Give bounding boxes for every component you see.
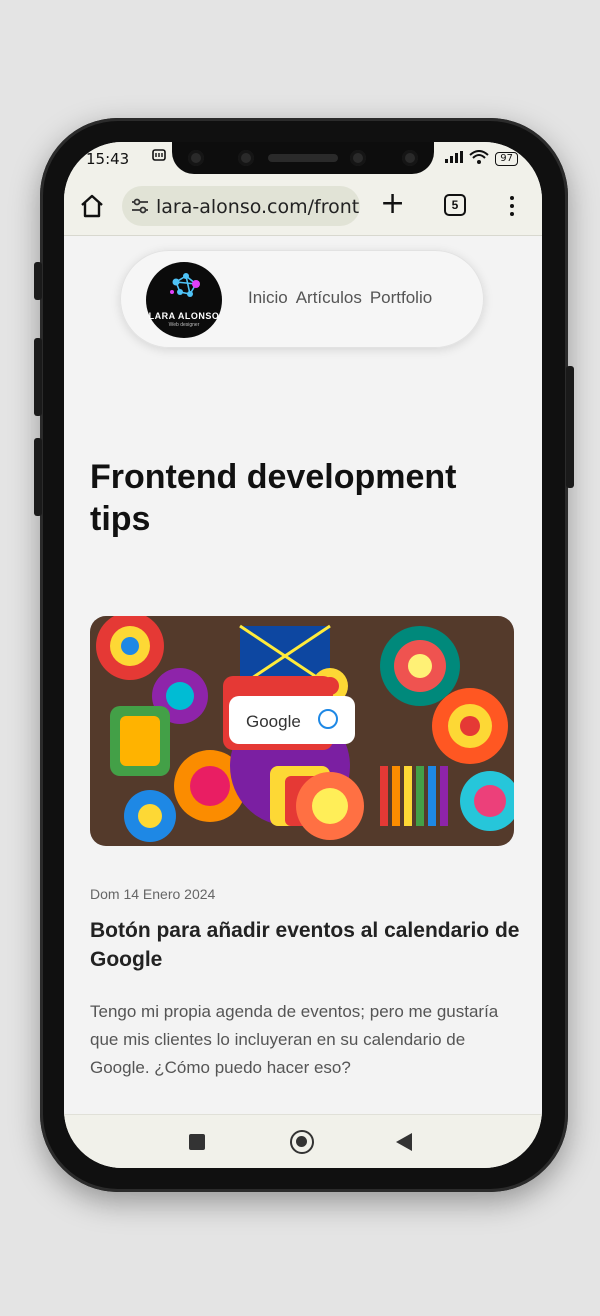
recents-icon[interactable] [189, 1134, 205, 1150]
nav-link-inicio[interactable]: Inicio [248, 288, 288, 308]
status-time: 15:43 [86, 150, 130, 168]
system-icons: 97 [445, 150, 518, 168]
camera-notch [172, 142, 434, 174]
notification-icon [152, 148, 166, 166]
android-nav-bar [64, 1114, 542, 1168]
logo-subtitle: Web designer [168, 322, 200, 328]
new-tab-icon[interactable]: + [380, 188, 405, 220]
nav-link-portfolio[interactable]: Portfolio [370, 288, 432, 308]
earpiece-speaker [268, 154, 338, 162]
home-button-icon[interactable] [290, 1130, 314, 1154]
side-button-left-3 [34, 438, 42, 516]
signal-icon [445, 151, 464, 167]
battery-icon: 97 [495, 152, 518, 166]
browser-toolbar: lara-alonso.com/fronte + 5 [64, 178, 542, 236]
back-icon[interactable] [396, 1133, 412, 1151]
site-settings-icon[interactable] [130, 196, 150, 216]
page-content: LARA ALONSO Web designer Inicio Artículo… [64, 236, 542, 1114]
image-google-text: Google [246, 712, 301, 731]
logo-network-icon [170, 273, 200, 297]
side-button-left-2 [34, 338, 42, 416]
nav-link-articulos[interactable]: Artículos [296, 288, 362, 308]
status-bar: 15:43 97 [64, 142, 542, 178]
more-options-icon[interactable] [504, 192, 520, 220]
side-button-left-1 [34, 262, 42, 300]
camera-right [402, 150, 418, 166]
home-icon[interactable] [78, 192, 106, 220]
site-header: LARA ALONSO Web designer Inicio Artículo… [120, 250, 484, 348]
site-logo[interactable]: LARA ALONSO Web designer [146, 262, 222, 338]
screen: 15:43 97 lara-alonso.com/fronte + 5 LARA… [64, 142, 542, 1168]
post-date: Dom 14 Enero 2024 [90, 886, 216, 902]
page-title: Frontend development tips [90, 458, 457, 538]
power-button [566, 366, 574, 488]
post-excerpt: Tengo mi propia agenda de eventos; pero … [90, 1002, 499, 1077]
site-nav-links: Inicio Artículos Portfolio [248, 288, 432, 308]
logo-title: LARA ALONSO [148, 311, 220, 321]
camera-left [188, 150, 204, 166]
post-image[interactable]: Google [90, 616, 514, 846]
url-text: lara-alonso.com/fronte [156, 196, 360, 218]
wifi-icon [469, 150, 489, 168]
tab-switcher-button[interactable]: 5 [444, 194, 466, 216]
address-bar[interactable]: lara-alonso.com/fronte [122, 186, 360, 226]
sensor [350, 150, 366, 166]
post-title[interactable]: Botón para añadir eventos al calendario … [90, 916, 520, 974]
camera-center [238, 150, 254, 166]
